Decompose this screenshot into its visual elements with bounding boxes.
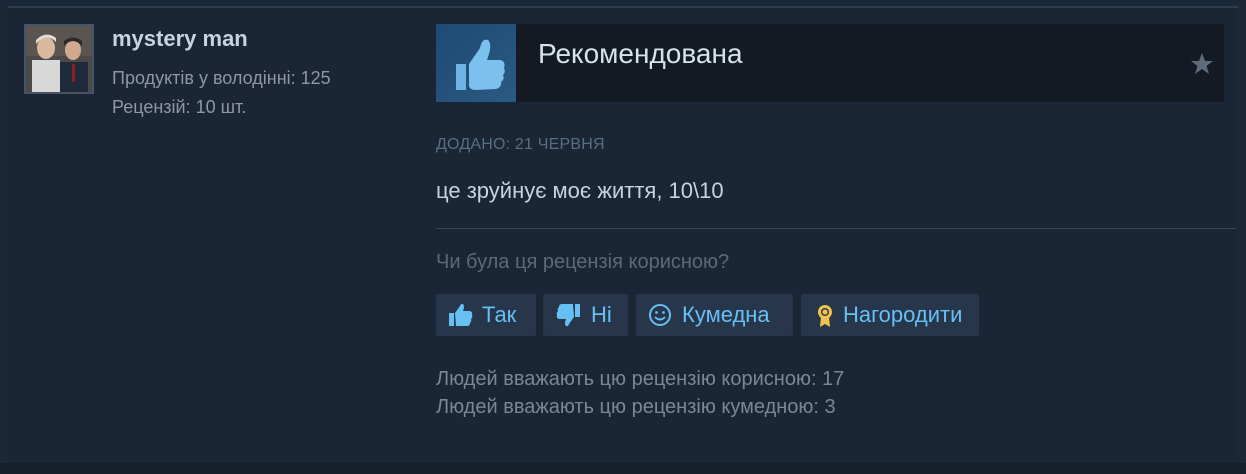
posted-date: ДОДАНО: 21 ЧЕРВНЯ (436, 136, 605, 153)
divider (436, 228, 1236, 229)
award-label: Нагородити (843, 302, 963, 327)
helpful-question: Чи була ця рецензія корисною? (436, 251, 730, 273)
award-button[interactable]: Нагородити (801, 294, 979, 336)
review-text: це зруйнує моє життя, 10\10 (436, 178, 724, 203)
smiley-icon (649, 304, 671, 326)
award-medal-icon (818, 305, 832, 327)
author-name[interactable]: mystery man (112, 26, 248, 52)
helpful-count: Людей вважають цю рецензію корисною: 17 (436, 368, 845, 390)
funny-label: Кумедна (682, 302, 770, 327)
products-owned[interactable]: Продуктів у володінні: 125 (112, 68, 331, 89)
no-label: Ні (591, 302, 612, 327)
yes-label: Так (482, 302, 517, 327)
page-footer (0, 463, 1246, 474)
no-button[interactable]: Ні (543, 294, 628, 336)
reviews-count[interactable]: Рецензій: 10 шт. (112, 97, 246, 118)
vote-header[interactable]: Рекомендована (436, 24, 1224, 102)
yes-button[interactable]: Так (436, 294, 536, 336)
star-icon[interactable] (1190, 52, 1214, 76)
thumbs-up-icon (436, 24, 516, 102)
verdict-title: Рекомендована (538, 38, 743, 69)
avatar[interactable] (24, 24, 94, 94)
review-card: mystery man Продуктів у володінні: 125 Р… (8, 6, 1238, 463)
funny-button[interactable]: Кумедна (636, 294, 793, 336)
avatar-image (26, 26, 92, 92)
funny-count: Людей вважають цю рецензію кумедною: 3 (436, 396, 836, 418)
thumbs-down-icon (556, 304, 580, 327)
thumbs-up-icon (449, 303, 473, 326)
